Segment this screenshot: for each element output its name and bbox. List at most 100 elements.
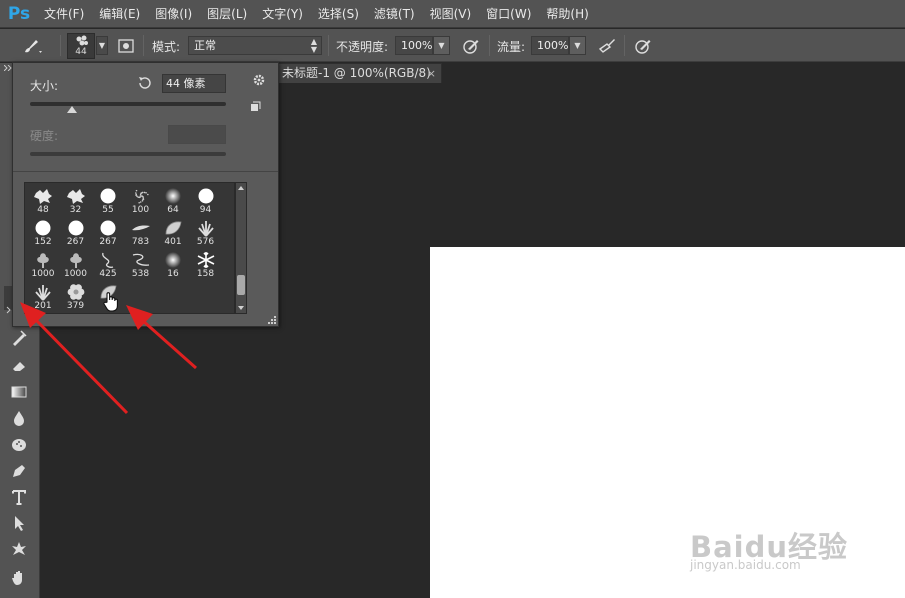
brush-preset-item[interactable]: 379 [60, 281, 92, 313]
options-separator [143, 35, 144, 56]
custom-shape-tool[interactable] [6, 537, 32, 561]
opacity-input[interactable]: 100% [395, 36, 433, 55]
brush-preset-item[interactable]: 100 [125, 185, 157, 217]
menu-filter[interactable]: 滤镜(T) [368, 0, 421, 28]
gradient-icon [11, 386, 27, 398]
scroll-up-icon[interactable] [238, 186, 244, 190]
brush-preset-size: 48 [37, 205, 49, 215]
gear-icon[interactable] [252, 73, 266, 87]
brush-preset-size: 401 [164, 237, 182, 247]
dodge-tool[interactable] [6, 432, 32, 456]
brush-preset-item[interactable]: 538 [125, 249, 157, 281]
brush-preset-item[interactable]: 48 [27, 185, 59, 217]
brush-preset-item[interactable]: 783 [125, 217, 157, 249]
brush-tip-icon [131, 225, 150, 231]
blur-tool[interactable] [6, 406, 32, 430]
history-brush-tool[interactable] [6, 326, 32, 350]
scroll-down-icon[interactable] [238, 306, 244, 310]
pressure-size-icon [635, 40, 651, 54]
menu-window[interactable]: 窗口(W) [480, 0, 537, 28]
menu-view[interactable]: 视图(V) [424, 0, 478, 28]
brush-tool-preset-button[interactable] [20, 35, 42, 57]
brush-preset-item[interactable]: 1000 [27, 249, 59, 281]
brush-preset-size: 1000 [64, 269, 87, 279]
brush-tip-icon [37, 253, 49, 268]
reset-size-icon[interactable] [137, 75, 153, 91]
document-title: 未标题-1 @ 100%(RGB/8) [282, 66, 431, 80]
close-tab-button[interactable]: × [427, 64, 436, 83]
brush-tip-icon [134, 189, 149, 204]
airbrush-button[interactable] [596, 35, 618, 57]
brush-preset-item[interactable]: 152 [27, 217, 59, 249]
brush-preset-size: 576 [196, 237, 215, 247]
brush-preset-item[interactable]: 425 [92, 249, 124, 281]
eraser-icon [13, 362, 25, 371]
brush-preset-size: 94 [199, 205, 212, 215]
brush-preset-item[interactable]: 267 [60, 217, 92, 249]
brush-icon [25, 40, 42, 53]
brush-tip-icon [66, 189, 85, 204]
pen-tool[interactable] [6, 459, 32, 483]
size-slider-track[interactable] [30, 102, 226, 106]
brush-preset-item[interactable]: 267 [92, 217, 124, 249]
path-selection-tool[interactable] [6, 511, 32, 535]
menu-edit[interactable]: 编辑(E) [93, 0, 146, 28]
arrow-pointer-icon [15, 516, 24, 531]
new-preset-icon[interactable] [249, 101, 261, 113]
brush-preset-item[interactable]: 16 [157, 249, 189, 281]
brush-size-picker[interactable]: 44 [67, 33, 95, 59]
opacity-value: 100% [401, 39, 433, 52]
brush-preset-size: 1000 [31, 269, 55, 279]
select-arrows-icon: ▲ ▼ [310, 37, 317, 54]
document-tab[interactable]: 未标题-1 @ 100%(RGB/8) × [278, 63, 442, 83]
opacity-pressure-button[interactable] [460, 35, 482, 57]
flow-input[interactable]: 100% [531, 36, 569, 55]
brush-preset-item[interactable]: 64 [157, 185, 189, 217]
size-input[interactable]: 44 像素 [162, 74, 226, 93]
pressure-opacity-icon [463, 40, 479, 54]
opacity-label: 不透明度: [336, 40, 389, 54]
brush-tip-icon [197, 252, 214, 268]
brush-preset-item[interactable]: 158 [190, 249, 222, 281]
menu-bar: Ps 文件(F) 编辑(E) 图像(I) 图层(L) 文字(Y) 选择(S) 滤… [0, 0, 905, 28]
brush-preset-size: 32 [69, 205, 82, 215]
opacity-dropdown-button[interactable]: ▼ [433, 36, 450, 55]
brush-tip-icon [165, 221, 182, 235]
menu-help[interactable]: 帮助(H) [540, 0, 594, 28]
brush-preset-item[interactable]: 1000 [60, 249, 92, 281]
mode-select[interactable]: 正常 ▲ ▼ [188, 36, 322, 55]
brush-panel-toggle-button[interactable] [115, 35, 137, 57]
panel-divider [13, 171, 278, 172]
menu-type[interactable]: 文字(Y) [256, 0, 309, 28]
menu-image[interactable]: 图像(I) [149, 0, 198, 28]
brush-preset-item[interactable]: 55 [92, 185, 124, 217]
brush-preset-item[interactable]: 32 [60, 185, 92, 217]
type-tool[interactable] [6, 485, 32, 509]
options-separator [489, 35, 490, 56]
brush-picker-dropdown-button[interactable]: ▼ [96, 36, 108, 55]
brush-preset-size: 16 [167, 269, 179, 279]
size-slider-thumb[interactable] [67, 106, 77, 113]
brush-tip-icon [67, 284, 84, 300]
brush-preset-item[interactable]: 401 [157, 217, 189, 249]
scroll-thumb[interactable] [237, 275, 245, 295]
eraser-tool[interactable] [6, 353, 32, 377]
size-pressure-button[interactable] [632, 35, 654, 57]
preset-scrollbar[interactable] [235, 182, 247, 314]
resize-grip-icon[interactable] [268, 316, 276, 324]
brush-preset-item[interactable]: 576 [190, 217, 222, 249]
hand-tool[interactable] [6, 566, 32, 590]
brush-tip-icon [100, 188, 116, 204]
flow-dropdown-button[interactable]: ▼ [569, 36, 586, 55]
brush-tip-icon [198, 188, 213, 204]
brush-preset-item[interactable]: 201 [27, 281, 59, 313]
menu-file[interactable]: 文件(F) [38, 0, 90, 28]
menu-select[interactable]: 选择(S) [312, 0, 365, 28]
shape-icon [12, 542, 26, 555]
options-separator [328, 35, 329, 56]
airbrush-icon [598, 39, 615, 53]
menu-layer[interactable]: 图层(L) [201, 0, 253, 28]
gradient-tool[interactable] [6, 380, 32, 404]
hand-icon [12, 571, 22, 585]
brush-preset-item[interactable]: 94 [190, 185, 222, 217]
